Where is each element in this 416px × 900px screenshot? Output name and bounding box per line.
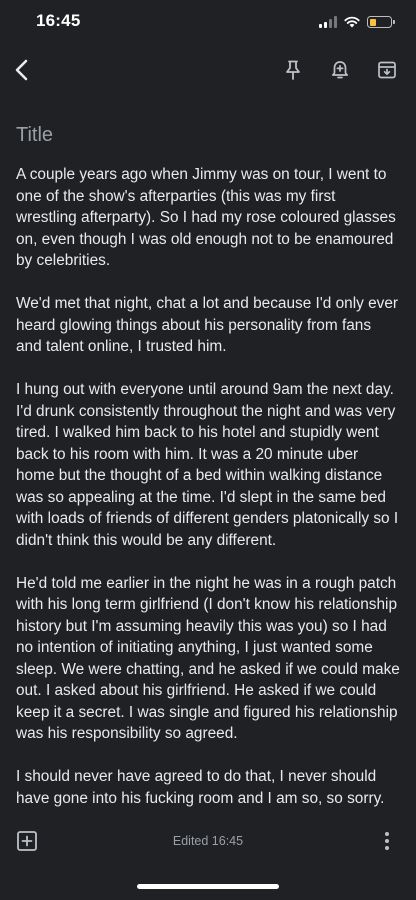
bell-plus-icon (331, 61, 349, 79)
wifi-icon (344, 16, 360, 28)
note-editor: Title A couple years ago when Jimmy was … (16, 120, 400, 809)
note-body-field[interactable]: A couple years ago when Jimmy was on tou… (16, 164, 400, 809)
status-icons (319, 14, 395, 30)
cellular-signal-icon (319, 16, 337, 28)
edited-timestamp: Edited 16:45 (172, 834, 244, 848)
note-paragraph: I should never have agreed to do that, I… (16, 768, 385, 807)
home-indicator[interactable] (137, 884, 279, 889)
bottom-bar: Edited 16:45 (0, 818, 416, 864)
archive-button[interactable] (373, 56, 401, 84)
note-paragraph: A couple years ago when Jimmy was on tou… (16, 166, 396, 269)
note-title-field[interactable]: Title (16, 120, 400, 150)
chevron-left-icon (15, 59, 28, 81)
archive-icon (378, 61, 396, 79)
status-time: 16:45 (36, 11, 81, 30)
note-paragraph: He'd told me earlier in the night he was… (16, 574, 400, 743)
battery-icon (367, 16, 395, 28)
note-paragraph: We'd met that night, chat a lot and beca… (16, 295, 399, 355)
more-vertical-icon (385, 832, 389, 850)
pin-button[interactable] (279, 56, 307, 84)
note-paragraph: I hung out with everyone until around 9a… (16, 381, 399, 549)
more-options-button[interactable] (376, 830, 398, 852)
reminder-button[interactable] (326, 56, 354, 84)
note-toolbar (0, 48, 416, 92)
status-bar: 16:45 (0, 0, 416, 46)
back-button[interactable] (8, 56, 36, 84)
pin-icon (286, 60, 300, 80)
